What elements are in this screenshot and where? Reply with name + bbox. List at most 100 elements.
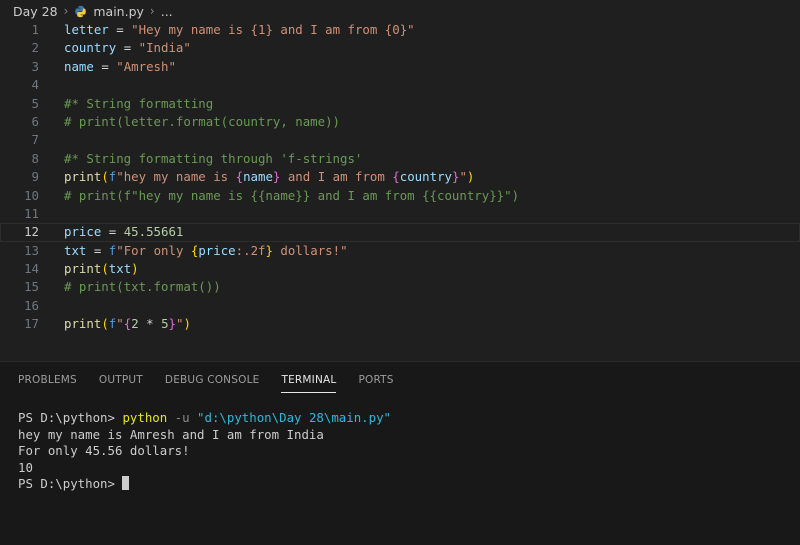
code-line[interactable]: 13 txt = f"For only {price:.2f} dollars!" [0, 242, 800, 260]
breadcrumb-file[interactable]: main.py [93, 4, 144, 19]
terminal-prompt: PS D:\python> [18, 410, 123, 425]
code-line[interactable]: 17 print(f"{2 * 5}") [0, 315, 800, 333]
chevron-right-icon: › [63, 4, 69, 18]
breadcrumb-more[interactable]: ... [161, 4, 173, 19]
code-token: ) [131, 261, 139, 277]
terminal-output-line: 10 [18, 459, 33, 475]
code-text: # print(txt.format()) [64, 278, 221, 296]
code-token: "Amresh" [116, 58, 176, 74]
line-number: 1 [31, 22, 39, 37]
line-number: 10 [24, 187, 39, 203]
code-token: price [64, 224, 102, 240]
code-token: " [116, 316, 124, 332]
code-text: country = "India" [64, 39, 191, 57]
code-line[interactable]: 11 [0, 205, 800, 223]
code-token: { [235, 169, 244, 185]
code-text: #* String formatting through 'f-strings' [64, 150, 362, 168]
code-token: #* String formatting [64, 95, 214, 111]
code-line[interactable]: 2 country = "India" [0, 39, 800, 57]
code-line[interactable]: 3 name = "Amresh" [0, 58, 800, 76]
code-token: "hey my name is [116, 169, 236, 185]
line-number: 2 [31, 40, 39, 56]
line-number: 3 [31, 58, 39, 74]
terminal-prompt-line[interactable]: PS D:\python> [18, 476, 391, 493]
code-token: ) [466, 169, 475, 185]
code-text: print(f"{2 * 5}") [64, 315, 191, 333]
line-number: 14 [24, 261, 39, 277]
code-token: ( [101, 316, 109, 332]
tab-problems[interactable]: PROBLEMS [18, 372, 77, 393]
tab-debug-console[interactable]: DEBUG CONSOLE [165, 372, 260, 393]
code-line[interactable]: 4 [0, 76, 800, 94]
code-token: ( [101, 169, 109, 185]
terminal-command-line: PS D:\python> python -u "d:\python\Day 2… [18, 410, 391, 427]
code-token: and I am from [280, 169, 393, 185]
code-token: print [64, 261, 102, 277]
code-token: { [392, 169, 400, 185]
code-line[interactable]: 6 # print(letter.format(country, name)) [0, 113, 800, 131]
code-token: print [64, 169, 102, 185]
line-number: 16 [24, 297, 39, 313]
breadcrumb-folder[interactable]: Day 28 [13, 4, 58, 19]
code-line[interactable]: 1 letter = "Hey my name is {1} and I am f… [0, 21, 800, 39]
code-token: ) [183, 316, 191, 332]
line-number: 4 [31, 77, 39, 93]
code-token: = [116, 22, 124, 37]
code-text: txt = f"For only {price:.2f} dollars!" [64, 242, 348, 260]
code-token: 2 [131, 316, 139, 332]
terminal-flag: -u [167, 410, 198, 425]
panel-tabs: PROBLEMS OUTPUT DEBUG CONSOLE TERMINAL P… [18, 372, 416, 393]
chevron-right-icon: › [149, 4, 155, 18]
code-text: print(f"hey my name is {name} and I am f… [64, 168, 474, 186]
code-token: # print(letter.format(country, name)) [64, 113, 341, 129]
code-line[interactable]: 7 [0, 131, 800, 149]
code-token: "India" [138, 40, 191, 56]
line-number: 17 [24, 316, 39, 332]
line-number: 8 [31, 150, 39, 166]
code-token: 5 [161, 316, 169, 332]
code-line[interactable]: 16 [0, 297, 800, 315]
code-line[interactable]: 14 print(txt) [0, 260, 800, 278]
line-number: 9 [31, 169, 39, 185]
code-text: name = "Amresh" [64, 58, 176, 76]
code-token: dollars!" [272, 242, 348, 258]
code-token: letter [64, 22, 109, 37]
terminal[interactable]: PS D:\python> python -u "d:\python\Day 2… [18, 410, 391, 493]
code-token: "For only [116, 242, 191, 258]
line-number: 6 [31, 113, 39, 129]
code-token: } [265, 242, 273, 258]
line-number: 5 [31, 95, 39, 111]
code-token: country [399, 169, 452, 185]
code-line[interactable]: 9 print(f"hey my name is {name} and I am … [0, 168, 800, 186]
code-text: price = 45.55661 [64, 223, 183, 241]
terminal-command: python [122, 410, 168, 425]
code-token: } [168, 316, 176, 332]
code-line[interactable]: 10 # print(f"hey my name is {{name}} and … [0, 187, 800, 205]
python-icon [74, 5, 87, 18]
code-line[interactable]: 15 # print(txt.format()) [0, 278, 800, 296]
editor-area[interactable]: Day 28 › main.py › ... 1 letter = "Hey my… [0, 0, 800, 361]
code-token: price [198, 242, 236, 258]
code-token: name [243, 169, 273, 185]
tab-terminal[interactable]: TERMINAL [281, 372, 337, 393]
code-token: = [101, 58, 109, 74]
code-token: #* String formatting through 'f-strings' [64, 150, 363, 166]
terminal-cursor [122, 476, 130, 490]
line-number: 7 [31, 132, 39, 148]
code-lines[interactable]: 1 letter = "Hey my name is {1} and I am f… [0, 21, 800, 334]
code-text: # print(letter.format(country, name)) [64, 113, 340, 131]
tab-ports[interactable]: PORTS [358, 372, 393, 393]
code-text: print(txt) [64, 260, 139, 278]
code-line[interactable]: 8 #* String formatting through 'f-strings… [0, 150, 800, 168]
code-line[interactable]: 5 #* String formatting [0, 95, 800, 113]
code-text: # print(f"hey my name is {{name}} and I … [64, 187, 519, 205]
code-token: :.2f [235, 242, 266, 258]
terminal-final-prompt: PS D:\python> [18, 476, 123, 491]
code-line[interactable]: 12 price = 45.55661 [0, 223, 800, 242]
tab-output[interactable]: OUTPUT [99, 372, 143, 393]
breadcrumb: Day 28 › main.py › ... [13, 2, 173, 20]
